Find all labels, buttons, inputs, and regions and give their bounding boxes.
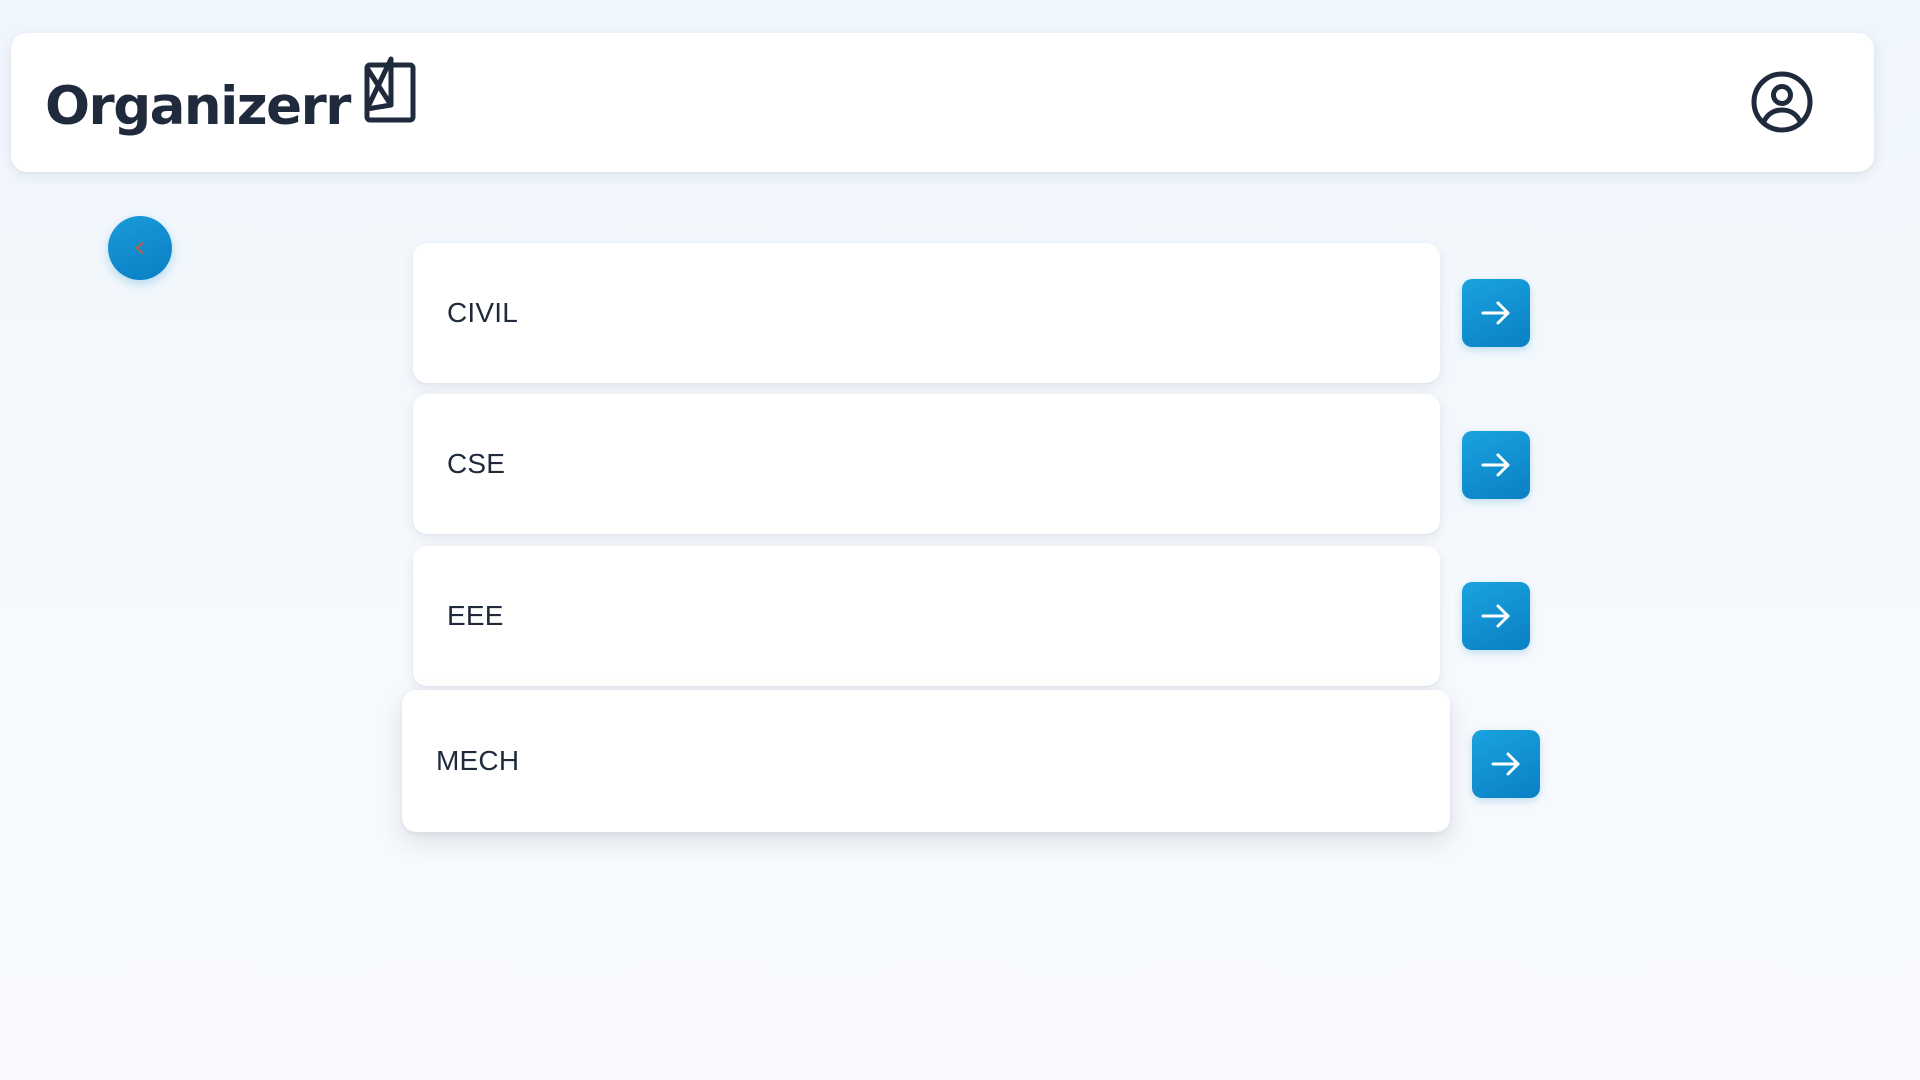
chevron-left-icon [136, 242, 143, 254]
department-row-civil[interactable]: CIVIL [413, 243, 1440, 383]
app-title: Organizerr [45, 76, 351, 137]
top-header: Organizerr [11, 33, 1874, 172]
brand: Organizerr [45, 55, 416, 135]
open-cse-button[interactable] [1462, 431, 1530, 499]
user-circle-icon [1751, 71, 1813, 133]
department-row-cse[interactable]: CSE [413, 394, 1440, 534]
department-label: CIVIL [447, 297, 519, 328]
arrow-right-icon [1481, 604, 1510, 628]
arrow-right-icon [1481, 453, 1510, 477]
department-label: MECH [436, 745, 520, 776]
department-label: EEE [447, 600, 504, 631]
profile-button[interactable] [1750, 70, 1814, 134]
open-eee-button[interactable] [1462, 582, 1530, 650]
department-label: CSE [447, 448, 506, 479]
open-mech-button[interactable] [1472, 730, 1540, 798]
department-row-mech[interactable]: MECH [402, 690, 1450, 832]
arrow-right-icon [1481, 301, 1510, 325]
book-icon [364, 56, 416, 123]
department-row-eee[interactable]: EEE [413, 546, 1440, 686]
open-civil-button[interactable] [1462, 279, 1530, 347]
back-button[interactable] [108, 216, 172, 280]
arrow-right-icon [1491, 752, 1520, 776]
